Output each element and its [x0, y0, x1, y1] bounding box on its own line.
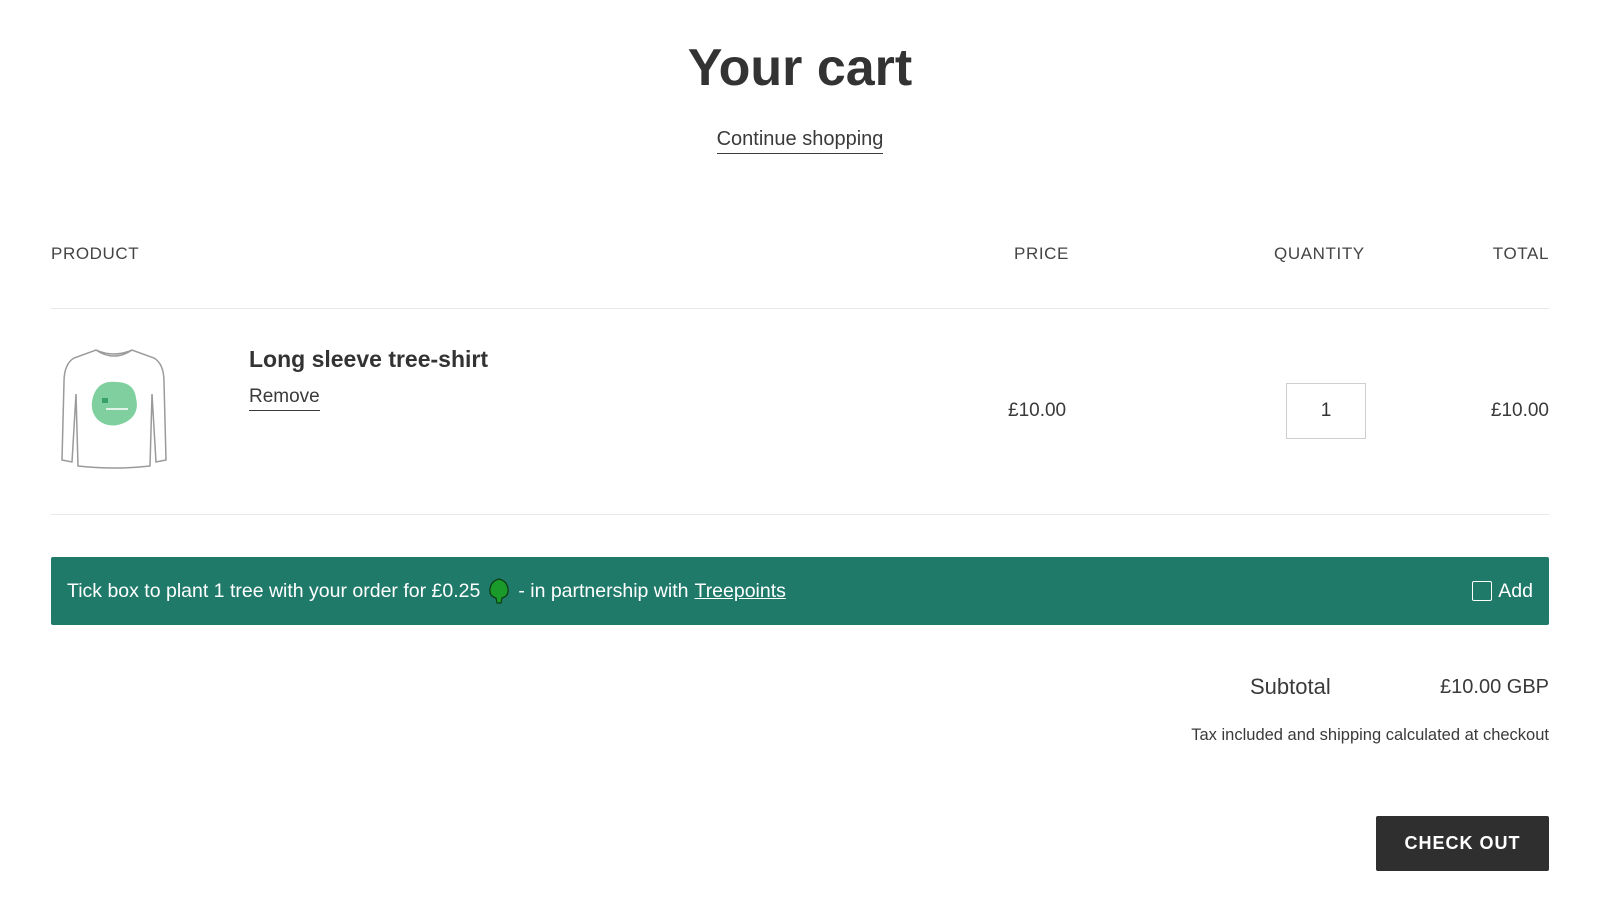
- item-total: £10.00: [1490, 400, 1549, 421]
- subtotal-label: Subtotal: [1250, 674, 1331, 699]
- header-price: PRICE: [1014, 244, 1069, 263]
- continue-shopping-link[interactable]: Continue shopping: [716, 128, 884, 154]
- quantity-input[interactable]: [1286, 383, 1366, 439]
- product-name[interactable]: Long sleeve tree-shirt: [249, 346, 488, 373]
- add-tree-label[interactable]: Add: [1498, 580, 1533, 603]
- header-total: TOTAL: [1492, 244, 1549, 263]
- tree-offer-text-after: - in partnership with: [518, 579, 689, 602]
- checkout-button[interactable]: CHECK OUT: [1376, 816, 1549, 871]
- treepoints-link[interactable]: Treepoints: [695, 580, 786, 603]
- item-price: £10.00: [1008, 400, 1067, 421]
- tree-offer-banner: Tick box to plant 1 tree with your order…: [51, 557, 1549, 625]
- page-title: Your cart: [687, 39, 913, 97]
- long-sleeve-shirt-icon[interactable]: [56, 342, 172, 472]
- tree-offer-text-before: Tick box to plant 1 tree with your order…: [67, 579, 481, 602]
- table-divider-bottom: [51, 514, 1549, 515]
- tree-icon: [488, 578, 510, 604]
- header-quantity: QUANTITY: [1274, 244, 1365, 263]
- continue-shopping-container: Continue shopping: [0, 128, 1600, 154]
- subtotal-value: £10.00 GBP: [1440, 676, 1549, 698]
- header-product: PRODUCT: [51, 244, 140, 263]
- tree-offer-text: Tick box to plant 1 tree with your order…: [67, 578, 786, 604]
- remove-link[interactable]: Remove: [249, 386, 320, 411]
- table-divider-top: [51, 308, 1549, 309]
- add-tree-toggle[interactable]: Add: [1472, 580, 1533, 603]
- tax-note: Tax included and shipping calculated at …: [1191, 726, 1549, 744]
- add-tree-checkbox[interactable]: [1472, 581, 1493, 601]
